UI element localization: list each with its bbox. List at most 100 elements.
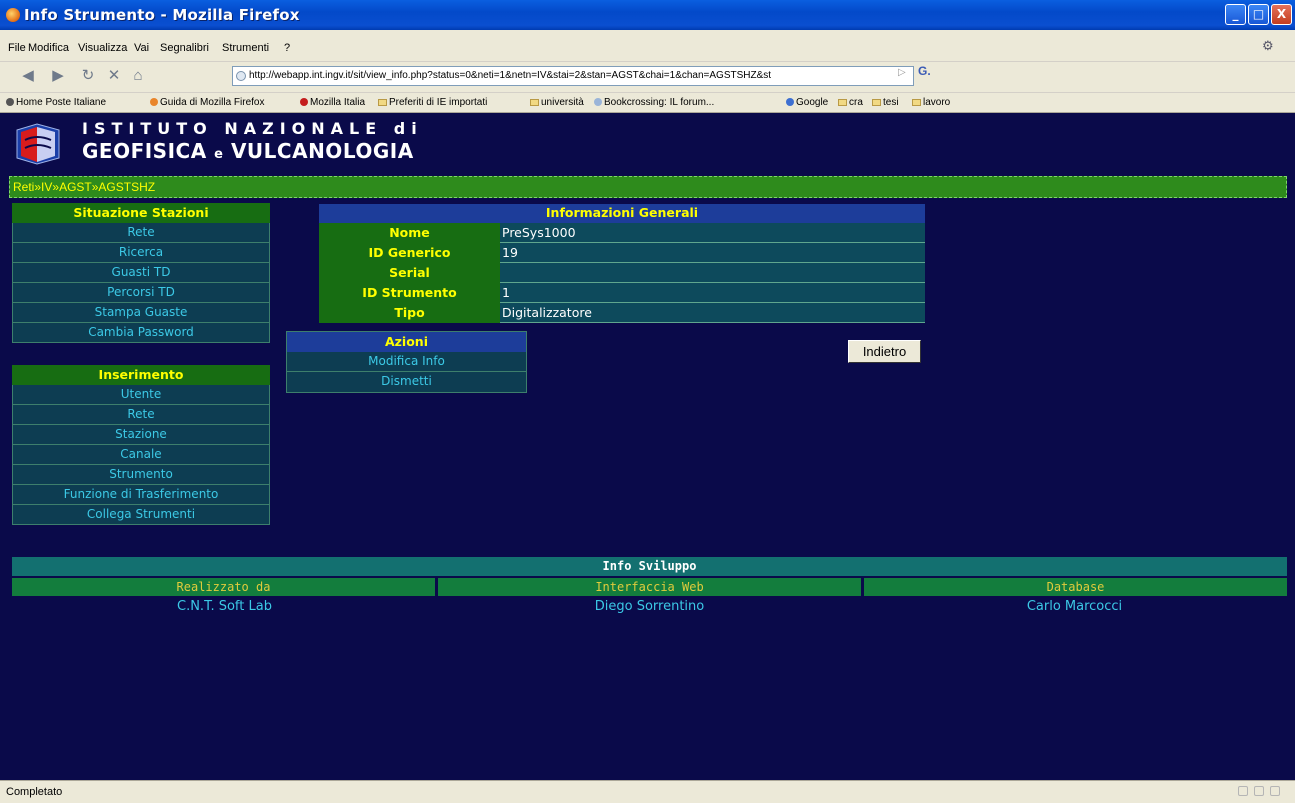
info-row-tipo: Tipo Digitalizzatore [319,303,925,323]
menu-segnalibri[interactable]: Segnalibri [160,42,209,54]
sidebar-item-funzione-trasferimento[interactable]: Funzione di Trasferimento [12,485,270,505]
page-icon [594,98,602,106]
sidebar-item-guasti-td[interactable]: Guasti TD [12,263,270,283]
menu-modifica[interactable]: Modifica [28,42,69,54]
sidebar-inserimento-title: Inserimento [12,365,270,385]
sidebar-item-stampa-guaste[interactable]: Stampa Guaste [12,303,270,323]
info-label: ID Strumento [319,283,500,303]
info-row-nome: Nome PreSys1000 [319,223,925,243]
minimize-button[interactable]: _ [1225,4,1246,25]
dev-value-database: Carlo Marcocci [1026,599,1123,614]
breadcrumb-reti[interactable]: Reti [13,180,34,194]
info-label: ID Generico [319,243,500,263]
folder-icon [530,99,539,106]
action-modifica-info[interactable]: Modifica Info [287,352,526,372]
bookmark-tesi[interactable]: tesi [872,97,899,108]
menu-help[interactable]: ? [284,42,290,54]
sidebar-item-percorsi-td[interactable]: Percorsi TD [12,283,270,303]
go-button[interactable]: ▷ [898,67,906,78]
menu-vai[interactable]: Vai [134,42,149,54]
info-label: Nome [319,223,500,243]
dev-col-interfaccia: Interfaccia Web [438,578,861,596]
sidebar-item-collega-strumenti[interactable]: Collega Strumenti [12,505,270,525]
bookmark-label: Mozilla Italia [310,97,366,108]
firefox-icon [6,8,20,22]
dev-value-interfaccia: Diego Sorrentino [594,599,705,614]
firefox-icon [150,98,158,106]
url-bar[interactable]: http://webapp.int.ingv.it/sit/view_info.… [232,66,914,86]
bookmark-home-poste[interactable]: Home Poste Italiane [6,97,106,108]
window-title: Info Strumento - Mozilla Firefox [24,6,300,24]
bookmark-label: Home Poste Italiane [16,97,107,108]
bookmark-preferiti-ie[interactable]: Preferiti di IE importati [378,97,487,108]
breadcrumb: Reti»IV»AGST»AGSTSHZ [9,176,1287,198]
breadcrumb-station[interactable]: AGST [59,180,92,194]
forward-arrow-icon[interactable]: ▶ [48,66,68,86]
bookmark-mozilla-italia[interactable]: Mozilla Italia [300,97,365,108]
bookmark-google[interactable]: Google [786,97,828,108]
sidebar-item-canale[interactable]: Canale [12,445,270,465]
menu-visualizza[interactable]: Visualizza [78,42,127,54]
menu-bar: File Modifica Visualizza Vai Segnalibri … [0,30,1295,62]
info-general-title: Informazioni Generali [319,204,925,223]
reload-icon[interactable]: ↻ [78,66,98,86]
action-dismetti[interactable]: Dismetti [287,372,526,392]
status-icon [1270,786,1280,796]
azioni-title: Azioni [287,332,526,352]
bookmark-label: lavoro [923,97,951,108]
sidebar-item-cambia-password[interactable]: Cambia Password [12,323,270,343]
bookmark-label: Guida di Mozilla Firefox [160,97,265,108]
folder-icon [378,99,387,106]
throbber-icon: ⚙ [1262,38,1274,53]
ingv-logo-icon [13,123,63,165]
menu-file[interactable]: File [8,42,26,54]
bookmark-guida-firefox[interactable]: Guida di Mozilla Firefox [150,97,264,108]
dev-info-columns: Realizzato da Interfaccia Web Database [12,578,1287,596]
dev-col-realizzato: Realizzato da [12,578,435,596]
info-value [500,263,925,283]
bookmarks-bar: Home Poste Italiane Guida di Mozilla Fir… [0,92,1295,113]
info-general-table: Informazioni Generali Nome PreSys1000 ID… [319,204,925,323]
bookmark-label: cra [849,97,863,108]
search-button[interactable]: G. [918,64,931,78]
info-row-id-generico: ID Generico 19 [319,243,925,263]
dev-info-title: Info Sviluppo [12,557,1287,576]
bookmark-lavoro[interactable]: lavoro [912,97,950,108]
sidebar-item-rete-insert[interactable]: Rete [12,405,270,425]
bookmark-universita[interactable]: università [530,97,584,108]
status-icon [1254,786,1264,796]
back-arrow-icon[interactable]: ◀ [18,66,38,86]
sidebar-item-rete[interactable]: Rete [12,223,270,243]
info-value: 1 [500,283,925,303]
info-row-id-strumento: ID Strumento 1 [319,283,925,303]
stop-icon[interactable]: ✕ [104,66,124,86]
maximize-button[interactable]: □ [1248,4,1269,25]
info-value: Digitalizzatore [500,303,925,323]
bookmark-bookcrossing[interactable]: Bookcrossing: IL forum... [594,97,714,108]
sidebar-item-ricerca[interactable]: Ricerca [12,243,270,263]
sidebar-item-strumento[interactable]: Strumento [12,465,270,485]
info-label: Tipo [319,303,500,323]
logo-word-vulcanologia: VULCANOLOGIA [230,139,414,163]
status-bar: Completato [0,780,1295,803]
indietro-button[interactable]: Indietro [848,340,921,363]
logo-title-line2: GEOFISICA e VULCANOLOGIA [82,139,414,163]
close-button[interactable]: X [1271,4,1292,25]
azioni-panel: Azioni Modifica Info Dismetti [286,331,527,393]
breadcrumb-channel[interactable]: AGSTSHZ [98,180,155,194]
logo-title-line1: ISTITUTO NAZIONALE di [82,119,423,138]
status-icon [1238,786,1248,796]
dev-info-panel: Info Sviluppo Realizzato da Interfaccia … [12,557,1287,616]
bookmark-label: università [541,97,584,108]
breadcrumb-network[interactable]: IV [41,180,52,194]
dev-col-database: Database [864,578,1287,596]
logo-word-geofisica: GEOFISICA [82,139,207,163]
sidebar-item-utente[interactable]: Utente [12,385,270,405]
folder-icon [912,99,921,106]
info-value: PreSys1000 [500,223,925,243]
home-icon[interactable]: ⌂ [128,66,148,86]
menu-strumenti[interactable]: Strumenti [222,42,269,54]
sidebar-item-stazione[interactable]: Stazione [12,425,270,445]
dev-value-realizzato: C.N.T. Soft Lab [177,599,272,614]
bookmark-cra[interactable]: cra [838,97,863,108]
